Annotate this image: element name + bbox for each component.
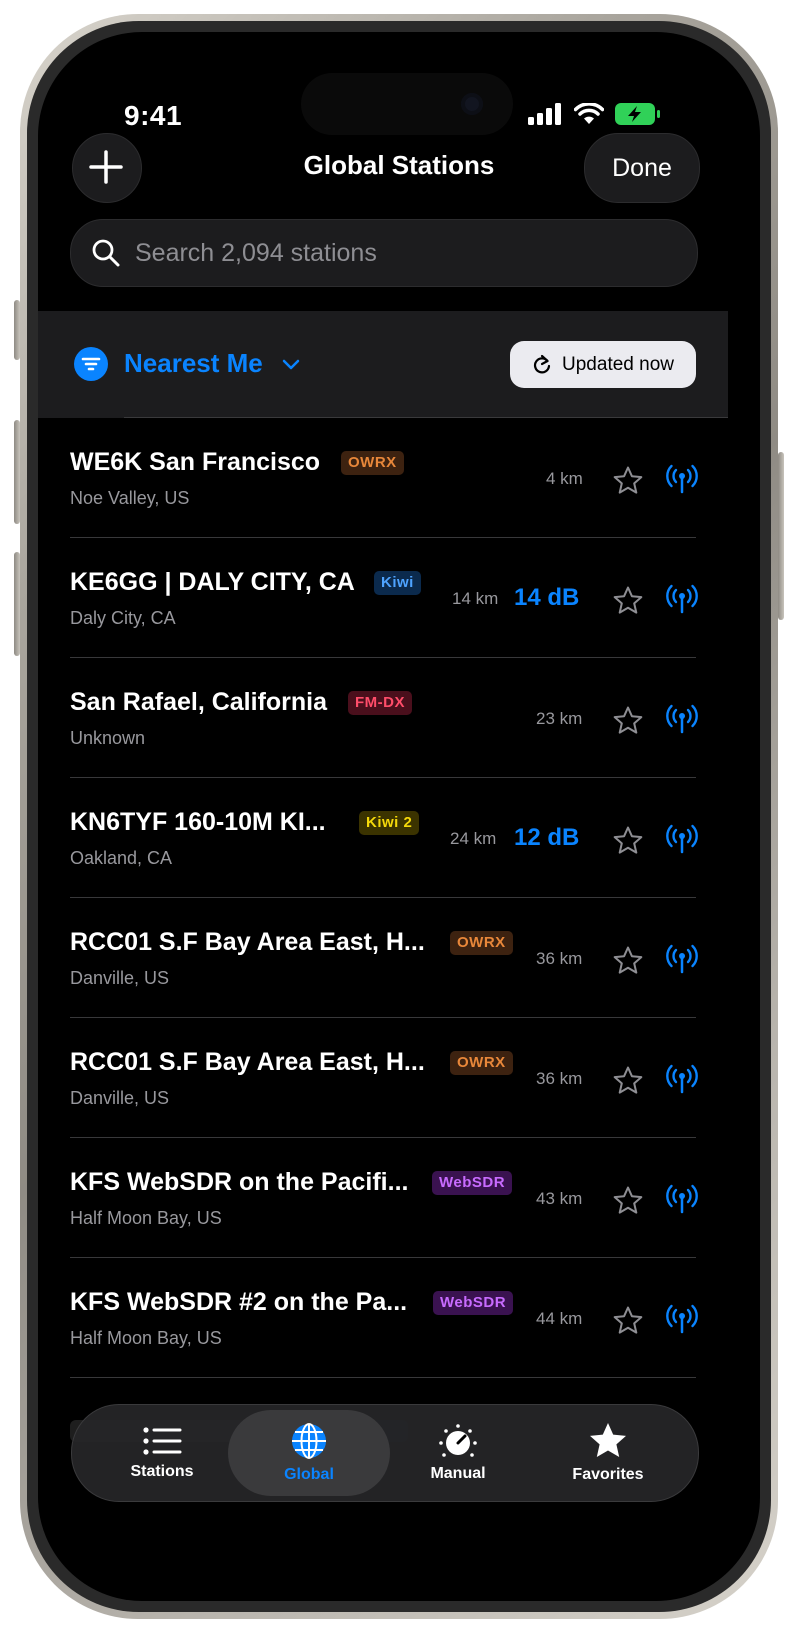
station-row[interactable]: RCC01 S.F Bay Area East, H... OWRX Danvi… — [38, 1018, 760, 1138]
filter-icon[interactable] — [74, 347, 108, 381]
status-time: 9:41 — [124, 100, 183, 131]
station-row[interactable]: KE6GG | DALY CITY, CA Kiwi Daly City, CA… — [38, 538, 760, 658]
filter-lines-icon — [81, 357, 101, 371]
done-button[interactable]: Done — [584, 133, 700, 203]
station-type-badge: OWRX — [450, 1051, 513, 1075]
station-type-badge: OWRX — [450, 931, 513, 955]
tab-label: Manual — [430, 1465, 486, 1482]
station-distance: 44 km — [536, 1309, 583, 1328]
wifi-icon — [574, 103, 604, 124]
station-type-badge: Kiwi 2 — [359, 811, 420, 835]
favorite-star-icon[interactable] — [612, 1305, 644, 1337]
antenna-icon[interactable] — [666, 1063, 698, 1095]
station-name: RCC01 S.F Bay Area East, H... — [70, 1048, 425, 1076]
station-distance: 36 km — [536, 1069, 583, 1088]
globe-icon — [292, 1423, 326, 1459]
station-row[interactable]: WE6K San Francisco OWRX Noe Valley, US 4… — [38, 418, 760, 538]
station-row[interactable]: RCC01 S.F Bay Area East, H... OWRX Danvi… — [38, 898, 760, 1018]
station-row[interactable]: KFS WebSDR #2 on the Pa... WebSDR Half M… — [38, 1258, 760, 1378]
station-row[interactable]: San Rafael, California FM-DX Unknown 23 … — [38, 658, 760, 778]
antenna-icon[interactable] — [666, 1183, 698, 1215]
station-row[interactable]: KN6TYF 160-10M KI... Kiwi 2 Oakland, CA … — [38, 778, 760, 898]
favorite-star-icon[interactable] — [612, 1065, 644, 1097]
station-row[interactable]: KFS WebSDR on the Pacifi... WebSDR Half … — [38, 1138, 760, 1258]
tab-manual[interactable]: Manual — [388, 1405, 528, 1501]
search-bar[interactable] — [70, 219, 698, 287]
station-location: Danville, US — [70, 968, 170, 988]
station-distance: 4 km — [546, 469, 583, 488]
station-location: Danville, US — [70, 1088, 170, 1108]
favorite-star-icon[interactable] — [612, 945, 644, 977]
tab-label: Stations — [130, 1463, 194, 1480]
tab-bar: Stations Global Manual Favorites — [71, 1404, 699, 1502]
signal-icon — [528, 103, 561, 125]
camera-icon — [461, 93, 483, 115]
station-location: Daly City, CA — [70, 608, 176, 628]
updated-label: Updated now — [562, 353, 674, 375]
action-button — [14, 300, 20, 360]
station-name: KN6TYF 160-10M KI... — [70, 808, 326, 836]
refresh-icon — [533, 354, 551, 373]
station-distance: 43 km — [536, 1189, 583, 1208]
dynamic-island — [301, 73, 513, 135]
station-location: Half Moon Bay, US — [70, 1328, 222, 1348]
volume-down-button — [14, 552, 20, 656]
antenna-icon[interactable] — [666, 943, 698, 975]
dial-icon — [439, 1424, 477, 1457]
station-snr: 12 dB — [514, 824, 580, 851]
station-type-badge: OWRX — [341, 451, 404, 475]
station-location: Half Moon Bay, US — [70, 1208, 222, 1228]
station-name: WE6K San Francisco — [70, 448, 321, 476]
power-button — [778, 452, 784, 620]
search-input[interactable] — [133, 237, 657, 269]
station-name: San Rafael, California — [70, 688, 328, 716]
station-location: Unknown — [70, 728, 146, 748]
filter-bar: Nearest Me Updated now — [38, 311, 728, 418]
favorite-star-icon[interactable] — [612, 825, 644, 857]
sort-dropdown[interactable]: Nearest Me — [124, 348, 300, 379]
favorite-star-icon[interactable] — [612, 585, 644, 617]
list-icon — [143, 1427, 182, 1455]
station-location: Oakland, CA — [70, 848, 173, 868]
station-type-badge: Kiwi — [374, 571, 421, 595]
battery-charging-icon — [615, 103, 660, 125]
station-distance: 24 km — [450, 829, 497, 848]
tab-label: Global — [284, 1466, 334, 1483]
station-type-badge: WebSDR — [432, 1171, 513, 1195]
antenna-icon[interactable] — [666, 1303, 698, 1335]
refresh-button[interactable]: Updated now — [510, 341, 696, 388]
station-name: KFS WebSDR on the Pacifi... — [70, 1168, 409, 1196]
station-distance: 23 km — [536, 709, 583, 728]
star-filled-icon — [590, 1423, 626, 1457]
station-snr: 14 dB — [514, 584, 580, 611]
station-name: KFS WebSDR #2 on the Pa... — [70, 1288, 408, 1316]
antenna-icon[interactable] — [666, 583, 698, 615]
station-type-badge: WebSDR — [433, 1291, 514, 1315]
tab-favorites[interactable]: Favorites — [536, 1405, 680, 1501]
antenna-icon[interactable] — [666, 823, 698, 855]
station-distance: 36 km — [536, 949, 583, 968]
station-type-badge: FM-DX — [348, 691, 412, 715]
station-name: KE6GG | DALY CITY, CA — [70, 568, 355, 596]
antenna-icon[interactable] — [666, 463, 698, 495]
search-icon — [92, 239, 120, 267]
station-location: Noe Valley, US — [70, 488, 190, 508]
station-name: RCC01 S.F Bay Area East, H... — [70, 928, 425, 956]
chevron-down-icon — [282, 359, 300, 370]
status-icons — [528, 102, 662, 126]
screen: 9:41 Global Stations Done Search 2,094 s… — [38, 32, 760, 1601]
row-divider — [70, 1377, 696, 1378]
favorite-star-icon[interactable] — [612, 705, 644, 737]
volume-up-button — [14, 420, 20, 524]
sort-label: Nearest Me — [124, 348, 263, 378]
antenna-icon[interactable] — [666, 703, 698, 735]
station-distance: 14 km — [452, 589, 499, 608]
favorite-star-icon[interactable] — [612, 465, 644, 497]
tab-global[interactable]: Global — [228, 1410, 390, 1496]
tab-label: Favorites — [572, 1466, 644, 1483]
favorite-star-icon[interactable] — [612, 1185, 644, 1217]
tab-stations[interactable]: Stations — [92, 1405, 232, 1501]
